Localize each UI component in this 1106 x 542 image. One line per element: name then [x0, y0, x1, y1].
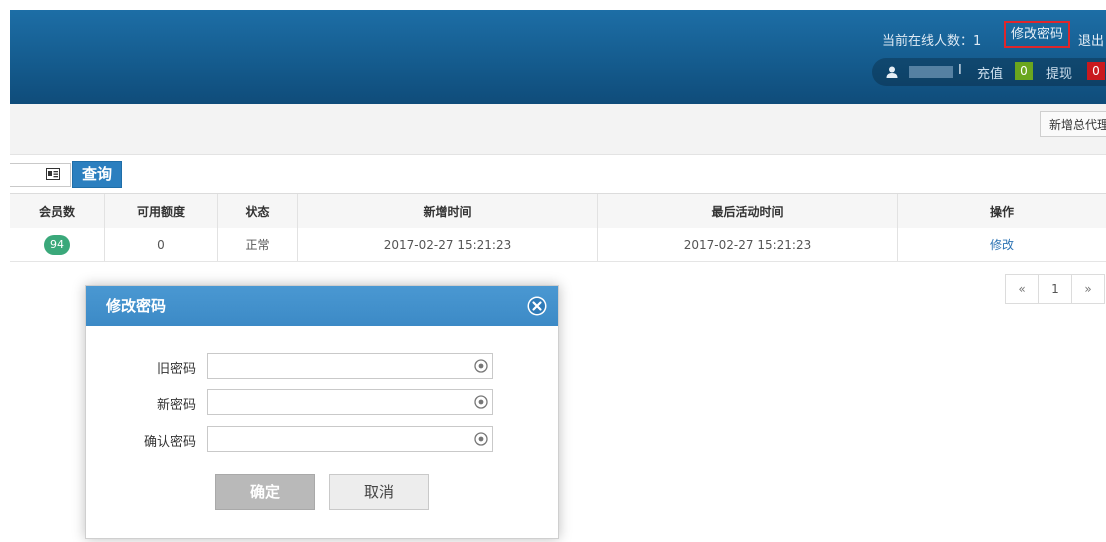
search-input[interactable] [10, 163, 71, 187]
id-card-icon [46, 168, 60, 180]
member-count-cell: 94 [10, 228, 105, 261]
column-header-last-active-time[interactable]: 最后活动时间 [598, 194, 898, 228]
eye-icon[interactable] [474, 359, 488, 373]
new-password-label: 新密码 [156, 398, 196, 413]
eye-icon[interactable] [474, 432, 488, 446]
member-count-badge[interactable]: 94 [44, 234, 70, 255]
dialog-title: 修改密码 [106, 297, 167, 315]
table-row: 94 0 正常 2017-02-27 15:21:23 2017-02-27 1… [10, 228, 1106, 262]
withdraw-count-badge: 0 [1087, 62, 1105, 80]
page-canvas: 当前在线人数：1 修改密码 退出 I 充值 0 提现 0 新增总代理 查询 会员… [0, 0, 1106, 542]
toolbar [10, 104, 1106, 155]
logout-link[interactable]: 退出 [1078, 30, 1104, 49]
action-cell: 修改 [898, 228, 1106, 261]
edit-link[interactable]: 修改 [990, 236, 1014, 253]
confirm-password-input[interactable] [207, 426, 493, 452]
next-page-button[interactable]: » [1071, 274, 1105, 304]
last-active-time-cell: 2017-02-27 15:21:23 [598, 228, 898, 261]
recharge-count-badge: 0 [1015, 62, 1033, 80]
query-button[interactable]: 查询 [72, 161, 122, 188]
top-header-bar [10, 10, 1106, 104]
prev-page-button[interactable]: « [1005, 274, 1039, 304]
dialog-header: 修改密码 [86, 286, 558, 326]
close-icon[interactable] [527, 296, 547, 316]
table-header: 会员数 可用额度 状态 新增时间 最后活动时间 操作 [10, 193, 1106, 229]
user-icon [886, 66, 898, 78]
cancel-button[interactable]: 取消 [329, 474, 429, 510]
masked-username [909, 66, 953, 78]
available-credit-cell: 0 [105, 228, 218, 261]
status-cell: 正常 [218, 228, 298, 261]
confirm-button[interactable]: 确定 [215, 474, 315, 510]
column-header-available-credit[interactable]: 可用额度 [105, 194, 218, 228]
user-separator: I [958, 63, 962, 78]
old-password-label: 旧密码 [156, 362, 196, 377]
new-password-input[interactable] [207, 389, 493, 415]
old-password-input[interactable] [207, 353, 493, 379]
column-header-created-time[interactable]: 新增时间 [298, 194, 598, 228]
add-general-agent-button[interactable]: 新增总代理 [1040, 111, 1106, 137]
column-header-action: 操作 [989, 204, 1014, 219]
page-1-button[interactable]: 1 [1038, 274, 1072, 304]
change-password-link[interactable]: 修改密码 [1004, 21, 1070, 48]
change-password-dialog: 修改密码 旧密码 新密码 确认密码 确定 取消 [85, 285, 559, 539]
eye-icon[interactable] [474, 395, 488, 409]
online-count-text: 当前在线人数：1 [882, 34, 982, 49]
withdraw-link[interactable]: 提现 [1046, 63, 1072, 82]
column-header-status[interactable]: 状态 [218, 194, 298, 228]
confirm-password-label: 确认密码 [143, 435, 196, 450]
created-time-cell: 2017-02-27 15:21:23 [298, 228, 598, 261]
column-header-member-count[interactable]: 会员数 [10, 194, 105, 228]
pagination: « 1 » [1005, 274, 1105, 304]
recharge-link[interactable]: 充值 [977, 63, 1003, 82]
